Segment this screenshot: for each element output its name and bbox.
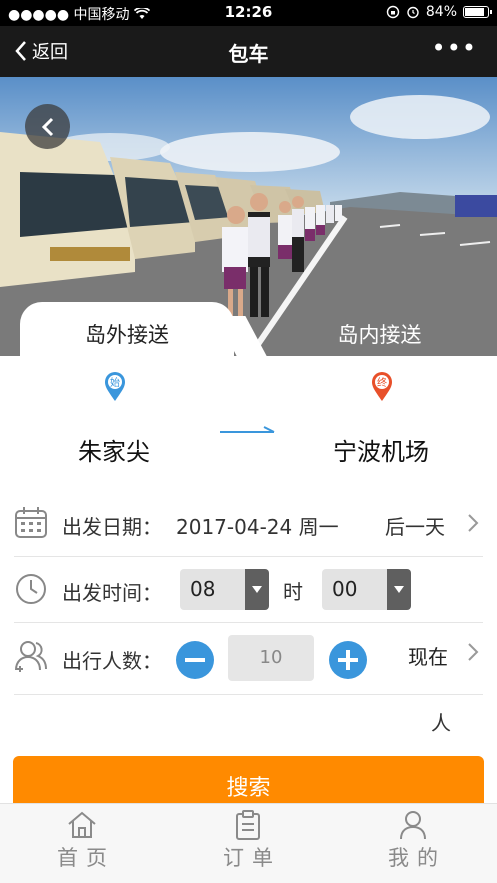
status-right: 84% bbox=[386, 4, 492, 20]
chevron-left-icon bbox=[41, 117, 53, 136]
start-pin-label: 始 bbox=[110, 376, 120, 389]
calendar-icon bbox=[15, 507, 47, 538]
people-unit: 人 bbox=[431, 711, 451, 735]
end-pin-icon: 终 bbox=[372, 372, 392, 401]
hour-select[interactable]: 08 bbox=[180, 569, 269, 610]
chevron-right-icon bbox=[468, 643, 479, 661]
users-icon bbox=[15, 641, 47, 672]
bottom-tab-bar: 首页 订单 我的 bbox=[0, 803, 497, 883]
rotation-lock-icon bbox=[386, 5, 400, 19]
hour-unit: 时 bbox=[283, 580, 303, 604]
tab-island-inner[interactable]: 岛内接送 bbox=[262, 307, 497, 356]
order-icon bbox=[236, 810, 260, 840]
dropdown-arrow-icon bbox=[245, 569, 269, 610]
hour-value: 08 bbox=[190, 577, 216, 601]
alarm-icon bbox=[407, 6, 419, 19]
passenger-count-field[interactable]: 10 bbox=[228, 635, 314, 681]
tab-label: 岛内接送 bbox=[337, 323, 422, 347]
home-icon bbox=[68, 811, 96, 838]
departure-time-row: 出发时间： 08 时 00 bbox=[0, 556, 497, 622]
end-pin-label: 终 bbox=[377, 376, 387, 389]
start-pin-icon: 始 bbox=[105, 372, 125, 401]
people-label: 出行人数： bbox=[62, 649, 162, 673]
banner-back-button[interactable] bbox=[25, 104, 70, 149]
chevron-right-icon bbox=[468, 514, 479, 532]
tab-orders[interactable]: 订单 bbox=[193, 810, 303, 872]
user-icon bbox=[400, 811, 426, 840]
more-menu-icon[interactable]: ••• bbox=[432, 34, 477, 62]
time-label: 出发时间： bbox=[62, 581, 162, 605]
tab-profile[interactable]: 我的 bbox=[358, 810, 468, 872]
date-label: 出发日期： bbox=[62, 515, 162, 539]
divider bbox=[14, 694, 483, 695]
now-button[interactable]: 现在 bbox=[408, 641, 448, 670]
from-city[interactable]: 朱家尖 bbox=[78, 432, 150, 467]
tab-home-label: 首页 bbox=[57, 846, 115, 870]
tab-island-outer[interactable]: 岛外接送 bbox=[20, 302, 234, 362]
departure-date-row[interactable]: 出发日期： 2017-04-24 周一 后一天 bbox=[0, 490, 497, 556]
status-bar: ●●●●● 中国移动 12:26 84% bbox=[0, 0, 497, 26]
minute-value: 00 bbox=[332, 577, 358, 601]
tab-label: 岛外接送 bbox=[85, 323, 169, 347]
next-day-button[interactable]: 后一天 bbox=[385, 511, 445, 540]
page-title: 包车 bbox=[228, 42, 269, 66]
route-arrow-icon bbox=[220, 426, 275, 433]
navigation-bar: 返回 包车 ••• bbox=[0, 26, 497, 77]
tab-profile-label: 我的 bbox=[388, 846, 446, 870]
minus-icon bbox=[185, 658, 205, 662]
minute-select[interactable]: 00 bbox=[322, 569, 411, 610]
clock-icon bbox=[16, 574, 46, 604]
dropdown-arrow-icon bbox=[387, 569, 411, 610]
to-city[interactable]: 宁波机场 bbox=[333, 432, 429, 467]
tab-orders-label: 订单 bbox=[223, 846, 281, 870]
battery-icon bbox=[463, 6, 492, 18]
tab-home[interactable]: 首页 bbox=[27, 810, 137, 872]
date-value[interactable]: 2017-04-24 周一 bbox=[176, 511, 339, 540]
battery-percent: 84% bbox=[425, 4, 457, 20]
decrease-button[interactable] bbox=[176, 641, 214, 679]
increase-button[interactable] bbox=[329, 641, 367, 679]
